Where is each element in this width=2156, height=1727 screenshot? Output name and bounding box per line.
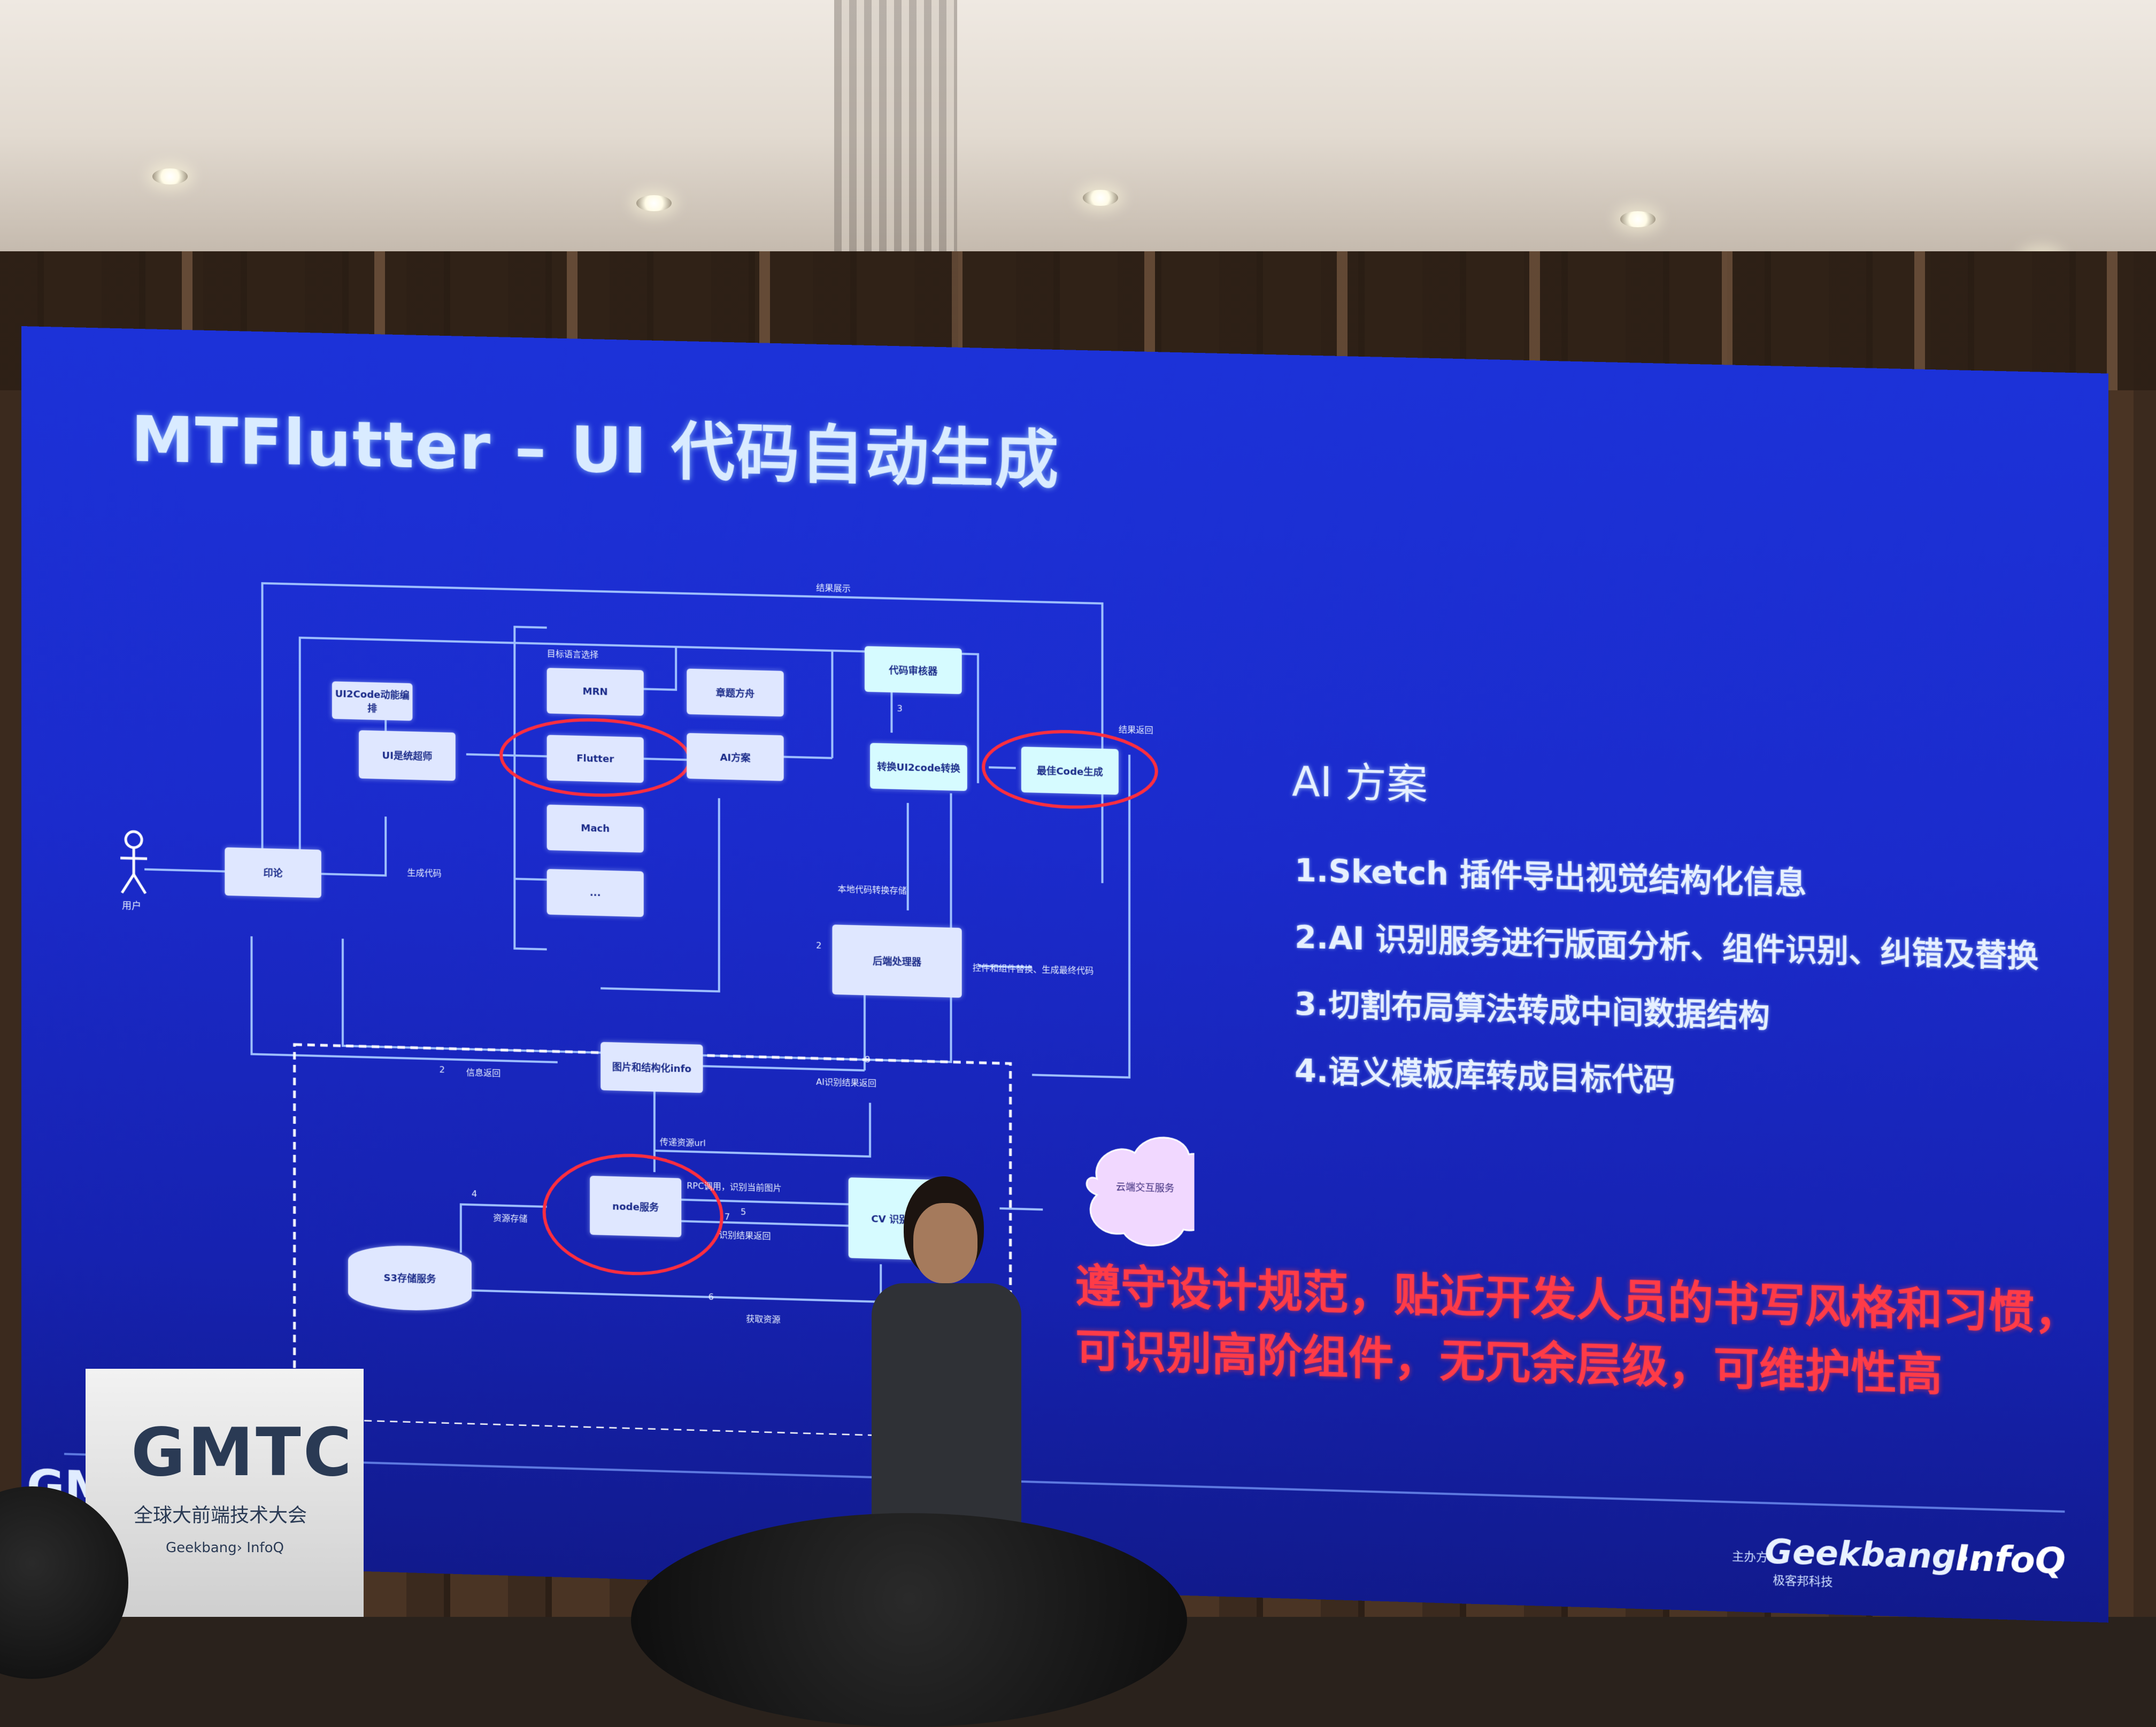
node-s3: S3存储服务 xyxy=(348,1244,472,1312)
edge-label: 5 xyxy=(741,1206,746,1217)
podium-logo: GMTC xyxy=(131,1414,354,1491)
node-ellipsis: ... xyxy=(546,869,644,918)
speaker-face xyxy=(913,1203,977,1283)
edge-label: 4 xyxy=(471,1189,478,1199)
edge-label: 7 xyxy=(724,1212,730,1222)
edge-label: AI识别结果返回 xyxy=(816,1076,876,1089)
edge-label: 资源存储 xyxy=(493,1213,528,1224)
podium-subtitle: 全球大前端技术大会 xyxy=(134,1505,307,1526)
edge-label: 结果返回 xyxy=(1118,724,1153,736)
ceiling-light xyxy=(152,168,188,184)
geekbang-subtitle: 极客邦科技 xyxy=(1773,1574,1833,1590)
edge-label: 信息返回 xyxy=(466,1067,501,1078)
ai-solution-heading: AI 方案 xyxy=(1291,757,1428,809)
ceiling-light xyxy=(636,195,672,211)
edge-label: 结果展示 xyxy=(816,582,851,594)
ai-solution-list: 1.Sketch 插件导出视觉结构化信息 2.AI 识别服务进行版面分析、组件识… xyxy=(1295,845,2038,1132)
edge-label: 6 xyxy=(708,1291,714,1302)
edge-label: 生成代码 xyxy=(407,867,442,879)
geekbang-logo: Geekbang›. xyxy=(1765,1531,1983,1578)
ceiling-light xyxy=(1083,190,1118,206)
edge-label: 本地代码转换存储 xyxy=(837,884,907,896)
user-actor-icon xyxy=(120,831,147,893)
node-ui2code-convert: 转换UI2code转换 xyxy=(870,743,967,791)
node-flutter: Flutter xyxy=(546,735,644,783)
ceiling-vent xyxy=(834,0,957,257)
node-image-info: 图片和结构化info xyxy=(600,1042,703,1093)
infoq-logo: InfoQ xyxy=(1955,1537,2066,1582)
edge-label: 2 xyxy=(439,1064,445,1075)
edge-label: 获取资源 xyxy=(746,1313,781,1325)
node-frontend: 印论 xyxy=(225,847,321,898)
audience-head xyxy=(631,1513,1187,1727)
node-code-editor: 代码审核器 xyxy=(864,646,962,695)
node-node-service: node服务 xyxy=(590,1175,682,1238)
edge-label: 识别结果返回 xyxy=(719,1229,771,1242)
node-ai-solution: AI方案 xyxy=(687,733,784,781)
architecture-diagram: 用户 印论 UI是统超师 UI2Code动能编排 MRN Flutter Mac… xyxy=(118,569,1195,1445)
node-ui-engineer: UI是统超师 xyxy=(359,730,456,781)
node-mrn: MRN xyxy=(546,668,644,716)
edge-label: 3 xyxy=(897,703,903,714)
edge-label: 8 xyxy=(864,1054,871,1065)
node-processor: 后端处理器 xyxy=(832,924,962,998)
actor-label: 用户 xyxy=(122,900,142,912)
organizer-label: 主办方 xyxy=(1732,1550,1768,1565)
cloud-label: 云端交互服务 xyxy=(1115,1181,1175,1194)
node-design-spec: 章题方舟 xyxy=(687,668,784,717)
podium-brand: Geekbang› InfoQ xyxy=(166,1540,284,1556)
node-final-code: 最佳Code生成 xyxy=(1021,746,1119,795)
edge-label: 目标语言选择 xyxy=(546,648,599,660)
ceiling-light xyxy=(1620,211,1656,227)
edge-label: 传递资源url xyxy=(659,1137,706,1148)
highlight-text: 遵守设计规范，贴近开发人员的书写风格和习惯， 可识别高阶组件，无冗余层级，可维护… xyxy=(1075,1253,2080,1411)
node-mach: Mach xyxy=(546,804,644,853)
slide-title: MTFlutter – UI 代码自动生成 xyxy=(131,402,1060,498)
footer-divider xyxy=(64,1453,2065,1513)
node-ui2code-plugin: UI2Code动能编排 xyxy=(332,681,413,721)
diagram-edges xyxy=(118,569,1195,1445)
edge-label: 2 xyxy=(816,940,822,951)
edge-label: RPC调用，识别当前图片 xyxy=(687,1180,782,1193)
